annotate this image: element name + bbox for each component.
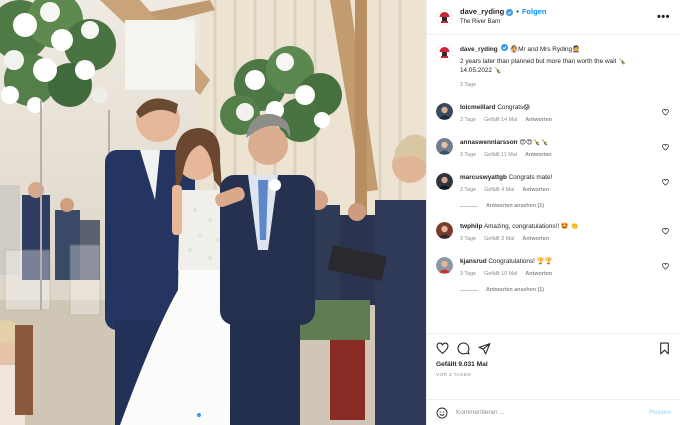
post-photo[interactable] (0, 0, 426, 425)
comment-text: Congrats😱 (497, 104, 530, 111)
comment-text: Amazing, congratulations!! 🤩 👏 (483, 223, 579, 230)
carousel-dots (0, 413, 426, 417)
emoji-icon[interactable] (436, 407, 448, 419)
post-location[interactable]: The River Barn (460, 17, 546, 27)
like-comment-heart-icon[interactable] (662, 179, 669, 186)
like-comment-heart-icon[interactable] (662, 109, 669, 116)
caption-text: dave_ryding 👰Mr and Mrs Ryding🤵 2 years … (460, 44, 626, 90)
author-username[interactable]: dave_ryding (460, 7, 504, 17)
comment-text: Congratulations! 🏆🏆 (488, 258, 553, 265)
comments-fade (427, 325, 680, 333)
verified-badge-icon (501, 44, 509, 51)
carousel-dot[interactable] (211, 413, 215, 417)
comment-item: loicmeillard Congrats😱 3 Tage Gefällt 14… (436, 103, 671, 125)
comment-likes[interactable]: Gefällt 10 Mal (484, 270, 517, 279)
verified-badge-icon (506, 8, 514, 16)
commenter-avatar[interactable] (436, 257, 453, 274)
reply-button[interactable]: Antworten (522, 186, 549, 195)
post-header: dave_ryding • Folgen The River Barn ••• (427, 0, 680, 35)
separator-dot: • (516, 7, 519, 16)
more-options-icon[interactable]: ••• (657, 12, 670, 23)
commenter-avatar[interactable] (436, 173, 453, 190)
post-side-panel: dave_ryding • Folgen The River Barn ••• (426, 0, 680, 425)
commenter-avatar[interactable] (436, 138, 453, 155)
likes-count[interactable]: Gefällt 9.031 Mal (436, 361, 671, 368)
comment-bubble-icon[interactable] (457, 342, 470, 355)
comment-text: 😍😍🍾🍾 (519, 139, 549, 146)
caption-username[interactable]: dave_ryding (460, 46, 498, 53)
comment-username[interactable]: annaswennlarsson (460, 139, 518, 146)
commenter-avatar[interactable] (436, 222, 453, 239)
view-replies-label: Antworten ansehen (1) (486, 287, 545, 293)
like-comment-heart-icon[interactable] (662, 144, 669, 151)
carousel-dot[interactable] (204, 413, 208, 417)
comment-item: annaswennlarsson 😍😍🍾🍾 3 Tage Gefällt 11 … (436, 138, 671, 160)
caption-time[interactable]: 3 Tage (460, 81, 626, 90)
caption-avatar[interactable] (436, 44, 453, 61)
author-info: dave_ryding • Folgen The River Barn (460, 7, 546, 27)
post-date[interactable]: VOR 3 TAGEN (436, 373, 671, 378)
comment-input[interactable] (456, 409, 650, 416)
author-avatar[interactable] (436, 8, 453, 26)
comment-username[interactable]: loicmeillard (460, 104, 496, 111)
wedding-photo (0, 0, 426, 425)
comment-time[interactable]: 3 Tage (460, 235, 476, 244)
action-icons (436, 341, 671, 355)
comment-likes[interactable]: Gefällt 4 Mal (484, 186, 514, 195)
comment-text: Congrats mate! (508, 174, 553, 181)
comment-item: twphilp Amazing, congratulations!! 🤩 👏 3… (436, 222, 671, 244)
carousel-dot[interactable] (218, 413, 222, 417)
caption-line-1: 👰Mr and Mrs Ryding🤵 (510, 46, 581, 53)
like-comment-heart-icon[interactable] (662, 263, 669, 270)
carousel-dot[interactable] (197, 413, 201, 417)
comments-list[interactable]: dave_ryding 👰Mr and Mrs Ryding🤵 2 years … (427, 35, 680, 333)
comment-time[interactable]: 3 Tage (460, 116, 476, 125)
comment-item: marcuswyattgb Congrats mate! 3 Tage Gefä… (436, 173, 671, 195)
post-actions: Gefällt 9.031 Mal VOR 3 TAGEN (427, 333, 680, 399)
comment-likes[interactable]: Gefällt 3 Mal (484, 235, 514, 244)
save-bookmark-icon[interactable] (658, 342, 671, 355)
caption-line-2: 2 years later than planned but more than… (460, 58, 627, 65)
comment-likes[interactable]: Gefällt 11 Mal (484, 151, 517, 160)
like-heart-icon[interactable] (436, 341, 449, 355)
caption-line-3: 14.05.2022 🍾 (460, 67, 502, 74)
view-replies-label: Antworten ansehen (1) (486, 203, 545, 209)
post-caption: dave_ryding 👰Mr and Mrs Ryding🤵 2 years … (436, 44, 671, 90)
reply-button[interactable]: Antworten (525, 151, 552, 160)
comment-username[interactable]: marcuswyattgb (460, 174, 507, 181)
comment-time[interactable]: 3 Tage (460, 186, 476, 195)
like-comment-heart-icon[interactable] (662, 228, 669, 235)
comment-item: kjansrud Congratulations! 🏆🏆 3 Tage Gefä… (436, 257, 671, 279)
view-replies-button[interactable]: Antworten ansehen (1) (460, 287, 671, 293)
commenter-avatar[interactable] (436, 103, 453, 120)
comment-username[interactable]: twphilp (460, 223, 482, 230)
reply-button[interactable]: Antworten (525, 116, 552, 125)
post-comment-button[interactable]: Posten (649, 409, 671, 416)
carousel-dot[interactable] (225, 413, 229, 417)
instagram-post: dave_ryding • Folgen The River Barn ••• (0, 0, 680, 425)
view-replies-button[interactable]: Antworten ansehen (1) (460, 203, 671, 209)
reply-button[interactable]: Antworten (522, 235, 549, 244)
comment-username[interactable]: kjansrud (460, 258, 487, 265)
comment-time[interactable]: 3 Tage (460, 270, 476, 279)
replies-divider (460, 205, 478, 207)
comment-likes[interactable]: Gefällt 14 Mal (484, 116, 517, 125)
add-comment-bar: Posten (427, 399, 680, 425)
reply-button[interactable]: Antworten (525, 270, 552, 279)
replies-divider (460, 289, 478, 291)
share-paper-plane-icon[interactable] (478, 342, 491, 355)
follow-button[interactable]: Folgen (522, 7, 547, 17)
comment-time[interactable]: 3 Tage (460, 151, 476, 160)
